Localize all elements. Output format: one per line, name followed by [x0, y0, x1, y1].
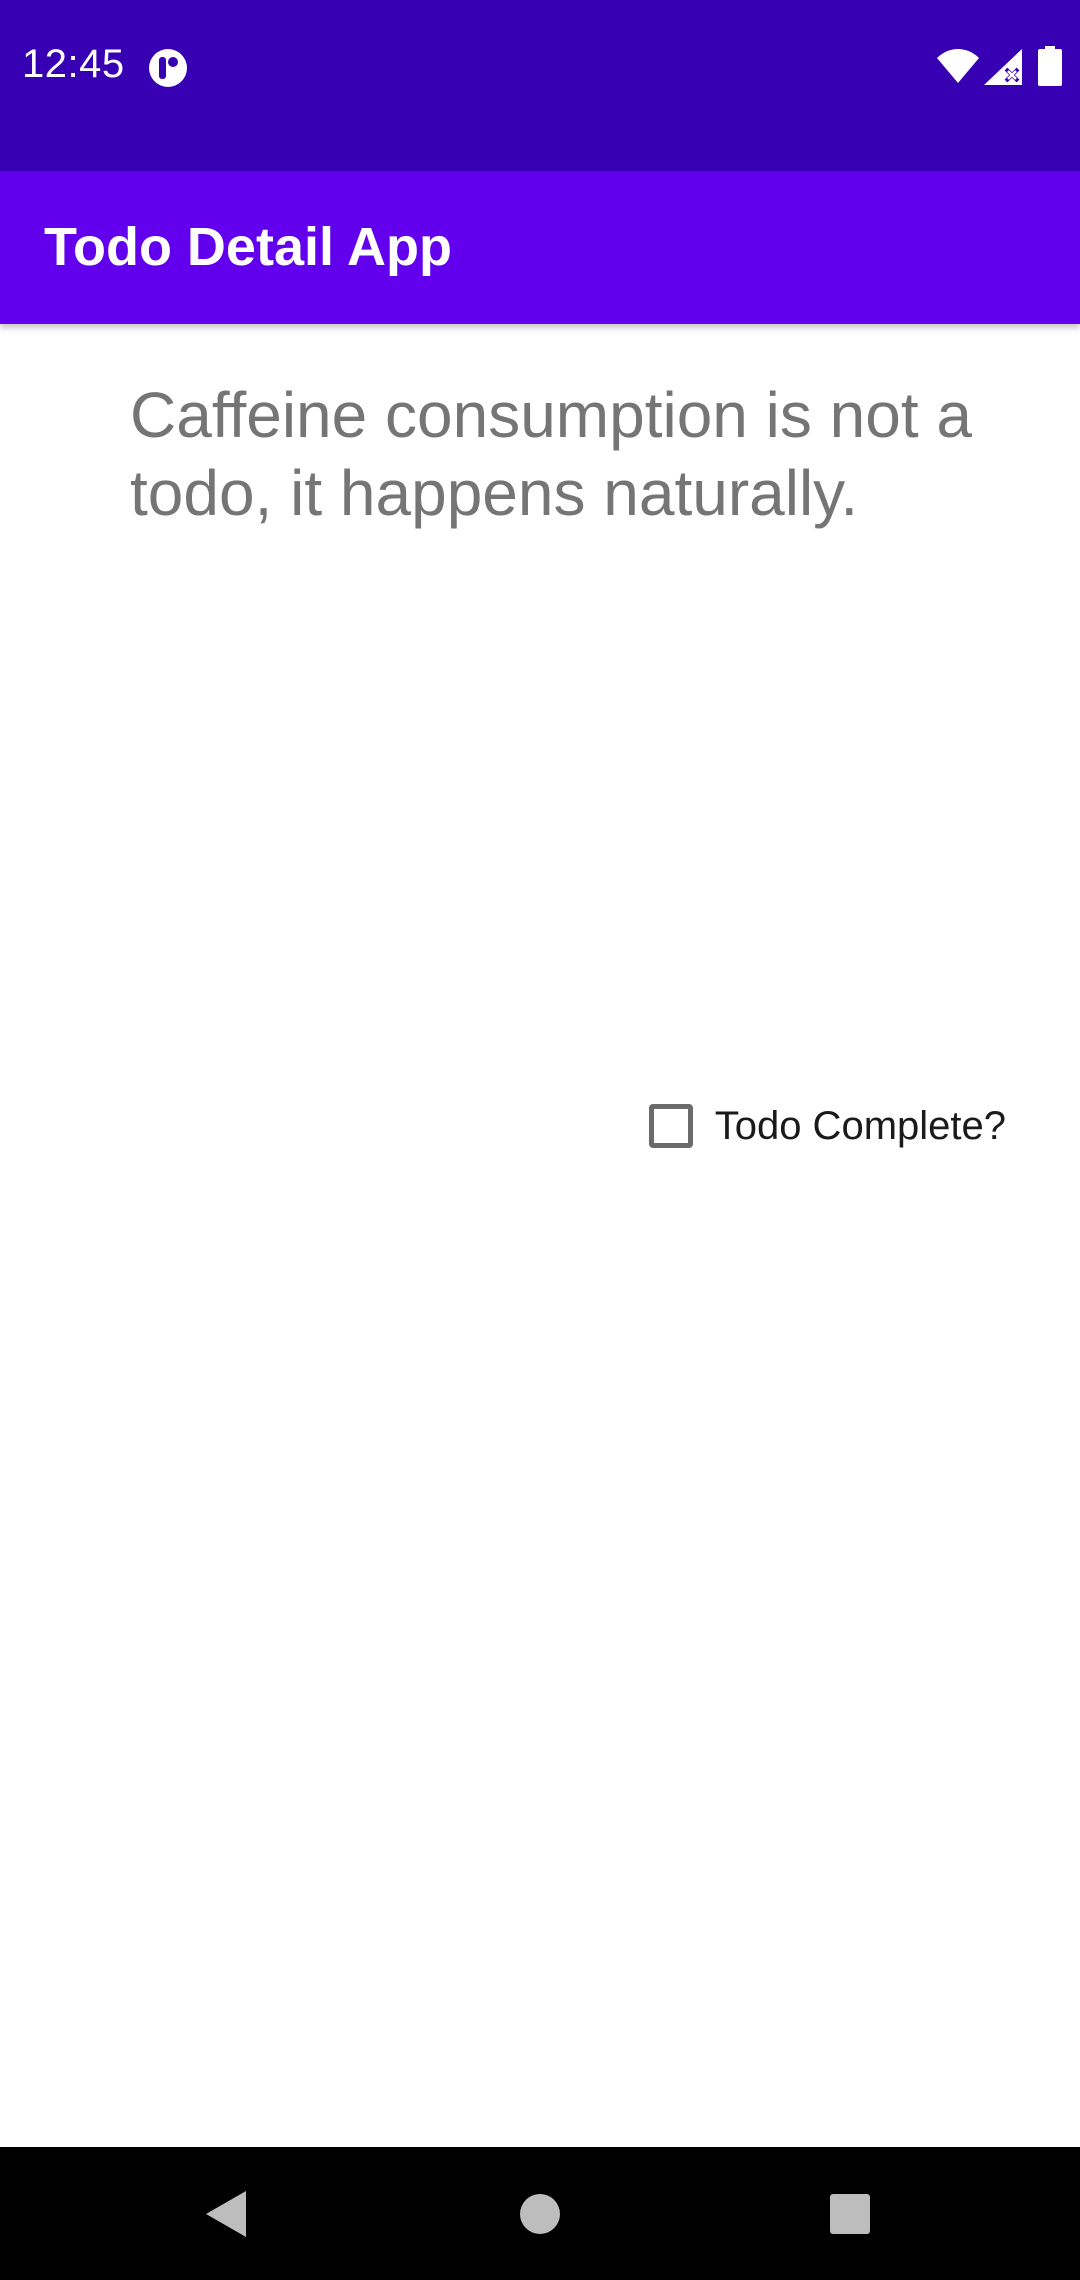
- recents-button[interactable]: [780, 2147, 920, 2280]
- app-bar: Todo Detail App: [0, 171, 1080, 324]
- recents-icon: [830, 2193, 870, 2234]
- todo-title: Caffeine consumption is not a todo, it h…: [130, 379, 972, 529]
- app-title: Todo Detail App: [44, 217, 452, 277]
- back-icon: [206, 2190, 246, 2237]
- checkbox-icon[interactable]: [648, 1104, 693, 1148]
- back-button[interactable]: [156, 2147, 296, 2280]
- status-bar: 12:45: [0, 0, 1080, 171]
- status-time: 12:45: [22, 42, 125, 86]
- screen: 12:45 Todo Detail App Caffeine consumpti…: [0, 0, 1080, 2280]
- home-icon: [520, 2193, 560, 2234]
- navigation-bar: [0, 2147, 1080, 2280]
- checkbox-label[interactable]: Todo Complete?: [715, 1104, 1006, 1149]
- todo-complete-checkbox[interactable]: Todo Complete?: [648, 1098, 1006, 1154]
- home-button[interactable]: [470, 2147, 610, 2280]
- notification-app-icon: [148, 48, 188, 88]
